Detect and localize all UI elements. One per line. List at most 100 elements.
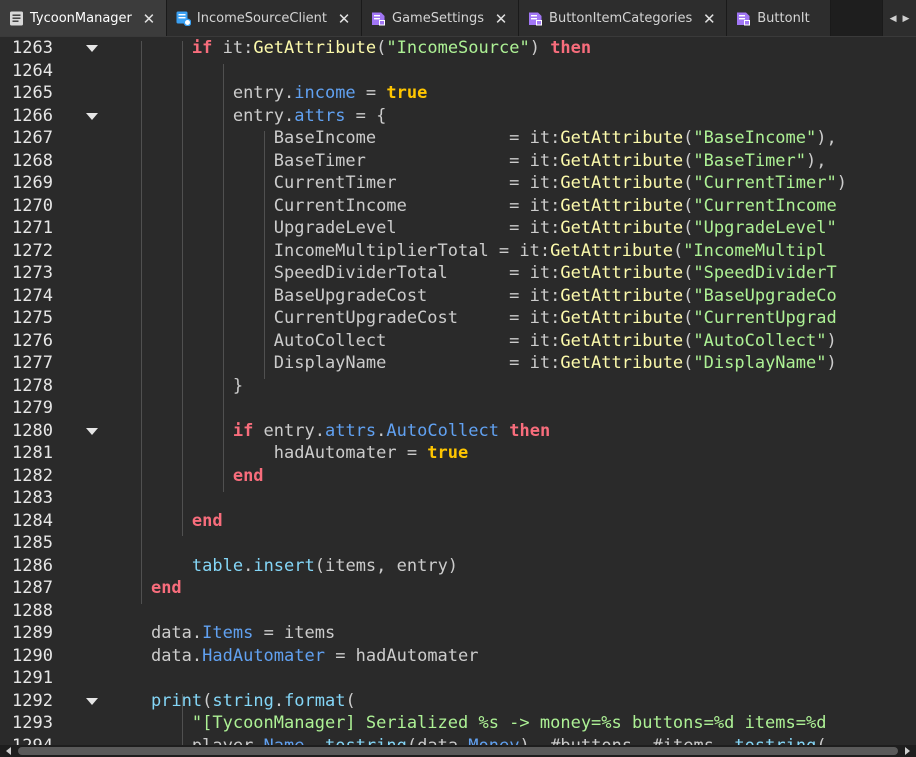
line-number: 1264 bbox=[12, 60, 53, 81]
code-token-id: hadAutomater = bbox=[273, 443, 428, 463]
code-line[interactable]: 1290 data.HadAutomater = hadAutomater bbox=[0, 645, 906, 668]
code-line[interactable]: 1270 CurrentIncome = it:GetAttribute("Cu… bbox=[0, 195, 906, 218]
horizontal-scrollbar[interactable] bbox=[0, 745, 916, 757]
code-token-str: "BaseUpgradeCo bbox=[693, 285, 837, 306]
tab-incomesourceclient[interactable]: IncomeSourceClient ✕ bbox=[166, 0, 363, 36]
horizontal-scroll-thumb[interactable] bbox=[18, 747, 898, 755]
fold-arrow-icon[interactable] bbox=[86, 697, 98, 705]
code-token-id: = { bbox=[345, 105, 387, 126]
scroll-right-arrow-icon[interactable] bbox=[905, 747, 910, 755]
code-line[interactable]: 1276 AutoCollect = it:GetAttribute("Auto… bbox=[0, 330, 906, 353]
code-line[interactable]: 1274 BaseUpgradeCost = it:GetAttribute("… bbox=[0, 285, 906, 308]
code-token-id: ( bbox=[683, 195, 694, 216]
code-line[interactable]: 1294 player.Name, tostring(data.Money), … bbox=[0, 735, 906, 746]
code-token-ws bbox=[110, 623, 151, 643]
close-tab-icon[interactable]: ✕ bbox=[494, 11, 508, 26]
code-line[interactable]: 1284 end bbox=[0, 510, 906, 533]
code-line[interactable]: 1264 bbox=[0, 60, 906, 83]
code-line[interactable]: 1263 if it:GetAttribute("IncomeSource") … bbox=[0, 37, 906, 60]
code-line[interactable]: 1293 "[TycoonManager] Serialized %s -> m… bbox=[0, 712, 906, 735]
scroll-left-arrow-icon[interactable] bbox=[6, 747, 11, 755]
code-line[interactable]: 1269 CurrentTimer = it:GetAttribute("Cur… bbox=[0, 172, 906, 195]
tab-label: ButtonItemCategories bbox=[549, 11, 693, 26]
code-line[interactable]: 1292 print(string.format( bbox=[0, 690, 906, 713]
code-line[interactable]: 1267 BaseIncome = it:GetAttribute("BaseI… bbox=[0, 127, 906, 150]
code-token-str: "CurrentUpgrad bbox=[693, 308, 837, 328]
code-editor[interactable]: 1263 if it:GetAttribute("IncomeSource") … bbox=[0, 37, 906, 745]
code-token-ws bbox=[110, 286, 274, 306]
code-token-kw: end bbox=[191, 510, 223, 531]
code-line[interactable]: 1289 data.Items = items bbox=[0, 622, 906, 645]
code-text: end bbox=[110, 510, 223, 532]
code-token-id: BaseIncome = it: bbox=[273, 128, 561, 148]
code-token-str: "CurrentTimer" bbox=[693, 173, 837, 193]
line-number: 1266 bbox=[12, 105, 53, 126]
code-line[interactable]: 1277 DisplayName = it:GetAttribute("Disp… bbox=[0, 352, 906, 375]
tab-label: TycoonManager bbox=[30, 11, 132, 26]
vertical-scrollbar[interactable] bbox=[906, 37, 916, 745]
code-token-kw: then bbox=[509, 420, 551, 441]
code-line[interactable]: 1283 bbox=[0, 487, 906, 510]
close-tab-icon[interactable]: ✕ bbox=[337, 11, 351, 26]
code-line[interactable]: 1275 CurrentUpgradeCost = it:GetAttribut… bbox=[0, 307, 906, 330]
code-token-ws bbox=[110, 511, 192, 531]
code-token-id: ) bbox=[529, 38, 551, 58]
close-tab-icon[interactable]: ✕ bbox=[702, 11, 716, 26]
code-line[interactable]: 1291 bbox=[0, 667, 906, 690]
code-text: CurrentTimer = it:GetAttribute("CurrentT… bbox=[110, 172, 847, 194]
code-line[interactable]: 1281 hadAutomater = true bbox=[0, 442, 906, 465]
fold-arrow-icon[interactable] bbox=[86, 427, 98, 435]
code-line[interactable]: 1286 table.insert(items, entry) bbox=[0, 555, 906, 578]
code-token-id: ( bbox=[683, 308, 694, 328]
code-token-prop: Money bbox=[468, 736, 519, 746]
code-token-ws bbox=[110, 421, 233, 441]
tab-buttonit[interactable]: ButtonIt bbox=[727, 0, 831, 36]
line-number: 1263 bbox=[12, 38, 53, 58]
code-token-ws bbox=[110, 736, 192, 746]
code-token-id: CurrentUpgradeCost = it: bbox=[273, 308, 561, 328]
code-line[interactable]: 1282 end bbox=[0, 465, 906, 488]
code-token-prop: Items bbox=[202, 623, 254, 643]
line-number: 1280 bbox=[12, 420, 53, 441]
tab-tycoonmanager[interactable]: TycoonManager ✕ bbox=[0, 0, 167, 36]
code-line[interactable]: 1272 IncomeMultiplierTotal = it:GetAttri… bbox=[0, 240, 906, 263]
code-text: entry.income = true bbox=[110, 82, 428, 104]
fold-arrow-icon[interactable] bbox=[86, 112, 98, 120]
close-tab-icon[interactable]: ✕ bbox=[142, 11, 156, 26]
tab-scroll-right-icon[interactable]: ▶ bbox=[903, 14, 910, 24]
code-token-str: "[TycoonManager] Serialized %s -> money=… bbox=[191, 713, 827, 733]
code-token-ws bbox=[110, 241, 274, 261]
code-line[interactable]: 1287 end bbox=[0, 577, 906, 600]
code-token-lib: print bbox=[150, 690, 203, 711]
code-line[interactable]: 1279 bbox=[0, 397, 906, 420]
code-line[interactable]: 1278 } bbox=[0, 375, 906, 398]
code-line[interactable]: 1280 if entry.attrs.AutoCollect then bbox=[0, 420, 906, 443]
line-number: 1291 bbox=[12, 668, 53, 688]
code-token-ws bbox=[110, 556, 192, 576]
code-token-str: "SpeedDividerT bbox=[693, 263, 837, 283]
code-token-ws bbox=[110, 353, 274, 373]
code-token-kw: if bbox=[191, 38, 213, 58]
code-line[interactable]: 1268 BaseTimer = it:GetAttribute("BaseTi… bbox=[0, 150, 906, 173]
tab-buttonitemcategories[interactable]: ButtonItemCategories ✕ bbox=[519, 0, 728, 36]
code-token-id: } bbox=[232, 375, 244, 396]
code-token-kw: end bbox=[232, 465, 264, 486]
code-token-id: ( bbox=[672, 240, 684, 261]
code-line[interactable]: 1273 SpeedDividerTotal = it:GetAttribute… bbox=[0, 262, 906, 285]
code-line[interactable]: 1288 bbox=[0, 600, 906, 623]
code-line[interactable]: 1271 UpgradeLevel = it:GetAttribute("Upg… bbox=[0, 217, 906, 240]
code-token-fn: GetAttribute bbox=[253, 38, 377, 58]
fold-arrow-icon[interactable] bbox=[86, 45, 98, 52]
line-number: 1290 bbox=[12, 645, 53, 666]
code-token-fn: GetAttribute bbox=[560, 308, 684, 328]
local-script-icon bbox=[176, 11, 192, 27]
tab-gamesettings[interactable]: GameSettings ✕ bbox=[362, 0, 520, 36]
line-number: 1275 bbox=[12, 308, 53, 328]
code-token-id: ( bbox=[683, 128, 694, 148]
code-line[interactable]: 1265 entry.income = true bbox=[0, 82, 906, 105]
code-token-id: ( bbox=[683, 150, 694, 171]
code-token-id: IncomeMultiplierTotal = it: bbox=[273, 240, 551, 261]
code-line[interactable]: 1266 entry.attrs = { bbox=[0, 105, 906, 128]
tab-scroll-left-icon[interactable]: ◀ bbox=[890, 14, 897, 24]
code-line[interactable]: 1285 bbox=[0, 532, 906, 555]
